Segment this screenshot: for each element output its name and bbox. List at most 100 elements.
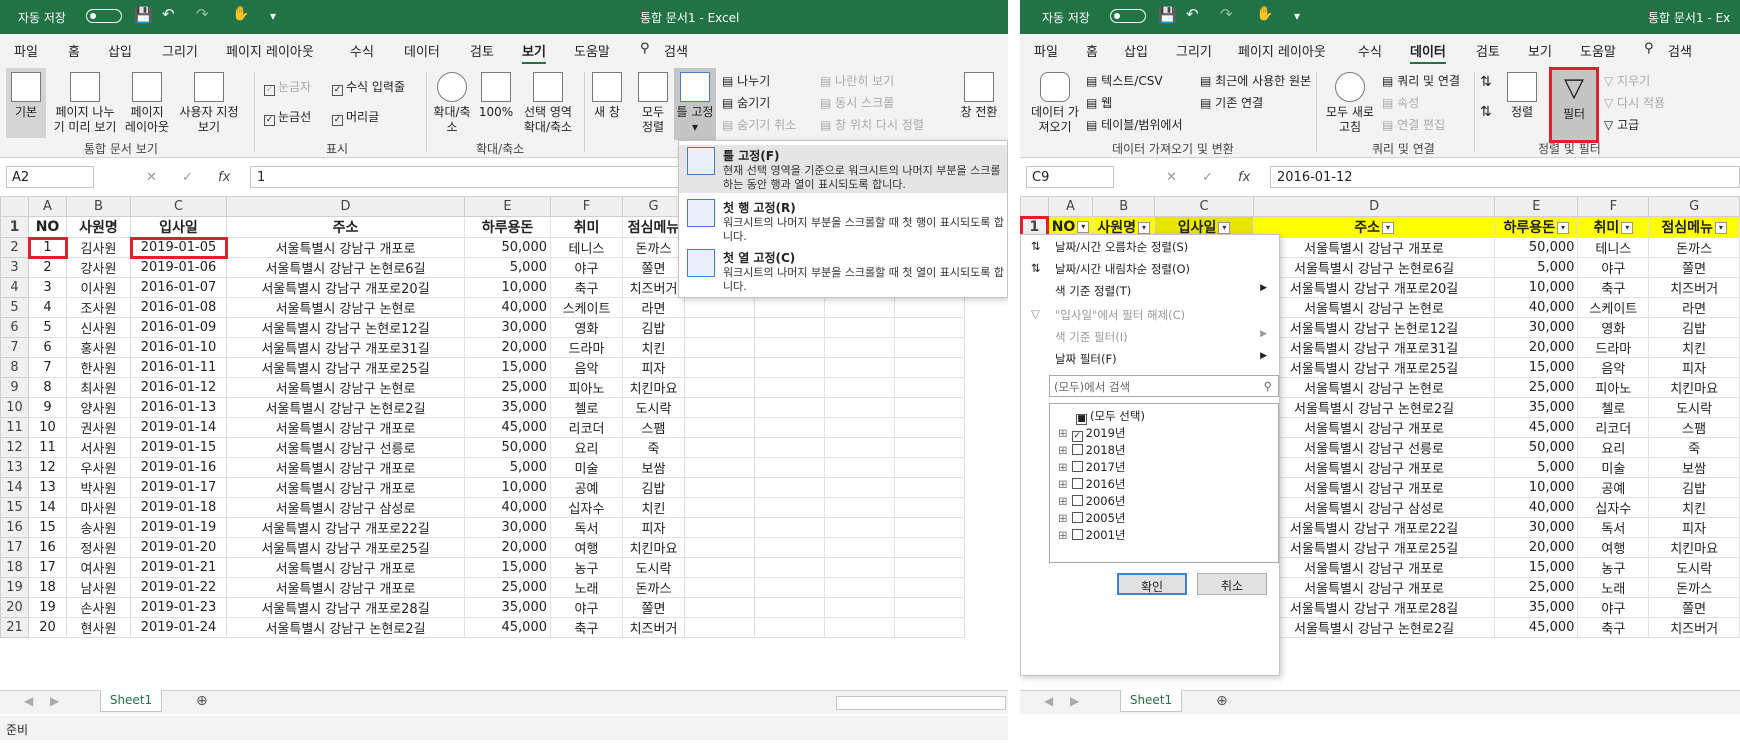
- empty-cell[interactable]: [894, 457, 965, 478]
- empty-cell[interactable]: [754, 297, 825, 318]
- cell[interactable]: 치킨마요: [1648, 377, 1740, 398]
- cell[interactable]: 농구: [550, 557, 623, 578]
- cell[interactable]: 피아노: [1577, 377, 1650, 398]
- cell[interactable]: 드라마: [550, 337, 623, 358]
- cell[interactable]: 여행: [1577, 537, 1650, 558]
- cell[interactable]: 5,000: [464, 257, 551, 278]
- cell[interactable]: 1: [27, 236, 68, 259]
- cell[interactable]: 서울특별시 강남구 논현로: [1252, 377, 1496, 398]
- expand-icon[interactable]: ⊞: [1058, 528, 1068, 542]
- cell[interactable]: 쫄면: [622, 597, 685, 618]
- empty-cell[interactable]: [684, 537, 755, 558]
- save-icon[interactable]: 💾: [1158, 6, 1177, 24]
- empty-cell[interactable]: [684, 557, 755, 578]
- cancel-button[interactable]: 취소: [1197, 573, 1267, 595]
- cell[interactable]: 30,000: [1494, 317, 1579, 338]
- unhide-button[interactable]: ▤ 숨기기 취소: [722, 116, 796, 133]
- cell[interactable]: 서사원: [66, 437, 131, 458]
- column-header[interactable]: D: [226, 196, 465, 217]
- undo-icon[interactable]: ↶: [162, 5, 175, 23]
- checkbox[interactable]: ■: [1076, 414, 1087, 425]
- cell[interactable]: 20,000: [1494, 337, 1579, 358]
- cell[interactable]: 16: [28, 537, 67, 558]
- empty-cell[interactable]: [894, 537, 965, 558]
- cell[interactable]: 9: [28, 397, 67, 418]
- empty-cell[interactable]: [684, 317, 755, 338]
- row-header[interactable]: 19: [0, 577, 29, 598]
- cell[interactable]: 서울특별시 강남구 개포로28길: [226, 597, 465, 618]
- empty-cell[interactable]: [894, 417, 965, 438]
- cell[interactable]: 도시락: [622, 397, 685, 418]
- cell[interactable]: 리코더: [550, 417, 623, 438]
- empty-cell[interactable]: [754, 497, 825, 518]
- empty-cell[interactable]: [894, 517, 965, 538]
- empty-cell[interactable]: [824, 557, 895, 578]
- cell[interactable]: 돈까스: [622, 237, 685, 258]
- cell[interactable]: 15,000: [464, 557, 551, 578]
- horizontal-scrollbar[interactable]: [836, 696, 1006, 710]
- tree-item[interactable]: ⊞ 2006년: [1058, 493, 1126, 509]
- text-csv-button[interactable]: ▤ 텍스트/CSV: [1086, 72, 1163, 89]
- cell[interactable]: 6: [28, 337, 67, 358]
- cell[interactable]: 미술: [550, 457, 623, 478]
- redo-icon[interactable]: ↷: [196, 5, 209, 23]
- empty-cell[interactable]: [684, 457, 755, 478]
- reset-position-button[interactable]: ▤ 창 위치 다시 정렬: [820, 116, 924, 133]
- checkbox[interactable]: [1071, 444, 1083, 455]
- name-box[interactable]: C9: [1026, 166, 1114, 188]
- empty-cell[interactable]: [894, 497, 965, 518]
- empty-cell[interactable]: [684, 497, 755, 518]
- column-header[interactable]: C: [1154, 196, 1254, 217]
- cell[interactable]: 치킨마요: [622, 377, 685, 398]
- empty-cell[interactable]: [754, 397, 825, 418]
- cell[interactable]: 죽: [1648, 437, 1740, 458]
- enter-icon[interactable]: ✓: [182, 170, 193, 185]
- empty-cell[interactable]: [894, 337, 965, 358]
- cell[interactable]: 서울특별시 강남구 선릉로: [1252, 437, 1496, 458]
- empty-cell[interactable]: [754, 557, 825, 578]
- tree-item[interactable]: ⊞ 2001년: [1058, 527, 1126, 543]
- cell[interactable]: 서울특별시 강남구 개포로: [1252, 557, 1496, 578]
- sort-by-color-item[interactable]: 색 기준 정렬(T) ▶: [1021, 283, 1279, 299]
- normal-view-button[interactable]: 기본: [6, 68, 46, 138]
- cell[interactable]: 35,000: [464, 597, 551, 618]
- cell[interactable]: 12: [28, 457, 67, 478]
- web-button[interactable]: ▤ 웹: [1086, 94, 1112, 111]
- cell[interactable]: 서울특별시 강남구 삼성로: [226, 497, 465, 518]
- cell[interactable]: 야구: [1577, 257, 1650, 278]
- row-header[interactable]: 2: [0, 237, 29, 258]
- cell[interactable]: 독서: [550, 517, 623, 538]
- cell[interactable]: 30,000: [464, 517, 551, 538]
- queries-connections-button[interactable]: ▤ 쿼리 및 연결: [1382, 72, 1460, 89]
- cell[interactable]: 서울특별시 강남구 논현로6길: [226, 257, 465, 278]
- cell[interactable]: 15,000: [464, 357, 551, 378]
- tab-insert[interactable]: 삽입: [108, 41, 132, 60]
- cell[interactable]: 서울특별시 강남구 개포로22길: [226, 517, 465, 538]
- cell[interactable]: 2019-01-20: [130, 537, 227, 558]
- cell[interactable]: 서울특별시 강남구 개포로: [1252, 577, 1496, 598]
- cell[interactable]: 김밥: [1648, 477, 1740, 498]
- cell[interactable]: 2: [28, 257, 67, 278]
- cell[interactable]: 서울특별시 강남구 개포로31길: [1252, 337, 1496, 358]
- cell[interactable]: 20,000: [464, 337, 551, 358]
- cell[interactable]: 40,000: [464, 297, 551, 318]
- cell[interactable]: 첼로: [1577, 397, 1650, 418]
- cell[interactable]: 드라마: [1577, 337, 1650, 358]
- row-header[interactable]: 3: [0, 257, 29, 278]
- cell[interactable]: 박사원: [66, 477, 131, 498]
- cell[interactable]: 남사원: [66, 577, 131, 598]
- cell[interactable]: 45,000: [464, 617, 551, 638]
- cell[interactable]: 2019-01-17: [130, 477, 227, 498]
- cell[interactable]: 송사원: [66, 517, 131, 538]
- header-cell[interactable]: 주소: [226, 216, 465, 238]
- cell[interactable]: 요리: [550, 437, 623, 458]
- cell[interactable]: 이사원: [66, 277, 131, 298]
- empty-cell[interactable]: [684, 337, 755, 358]
- cell[interactable]: 라면: [622, 297, 685, 318]
- column-header[interactable]: F: [550, 196, 623, 217]
- cell[interactable]: 10: [28, 417, 67, 438]
- cell[interactable]: 조사원: [66, 297, 131, 318]
- cell[interactable]: 25,000: [1494, 377, 1579, 398]
- cell[interactable]: 2019-01-19: [130, 517, 227, 538]
- cell[interactable]: 보쌈: [622, 457, 685, 478]
